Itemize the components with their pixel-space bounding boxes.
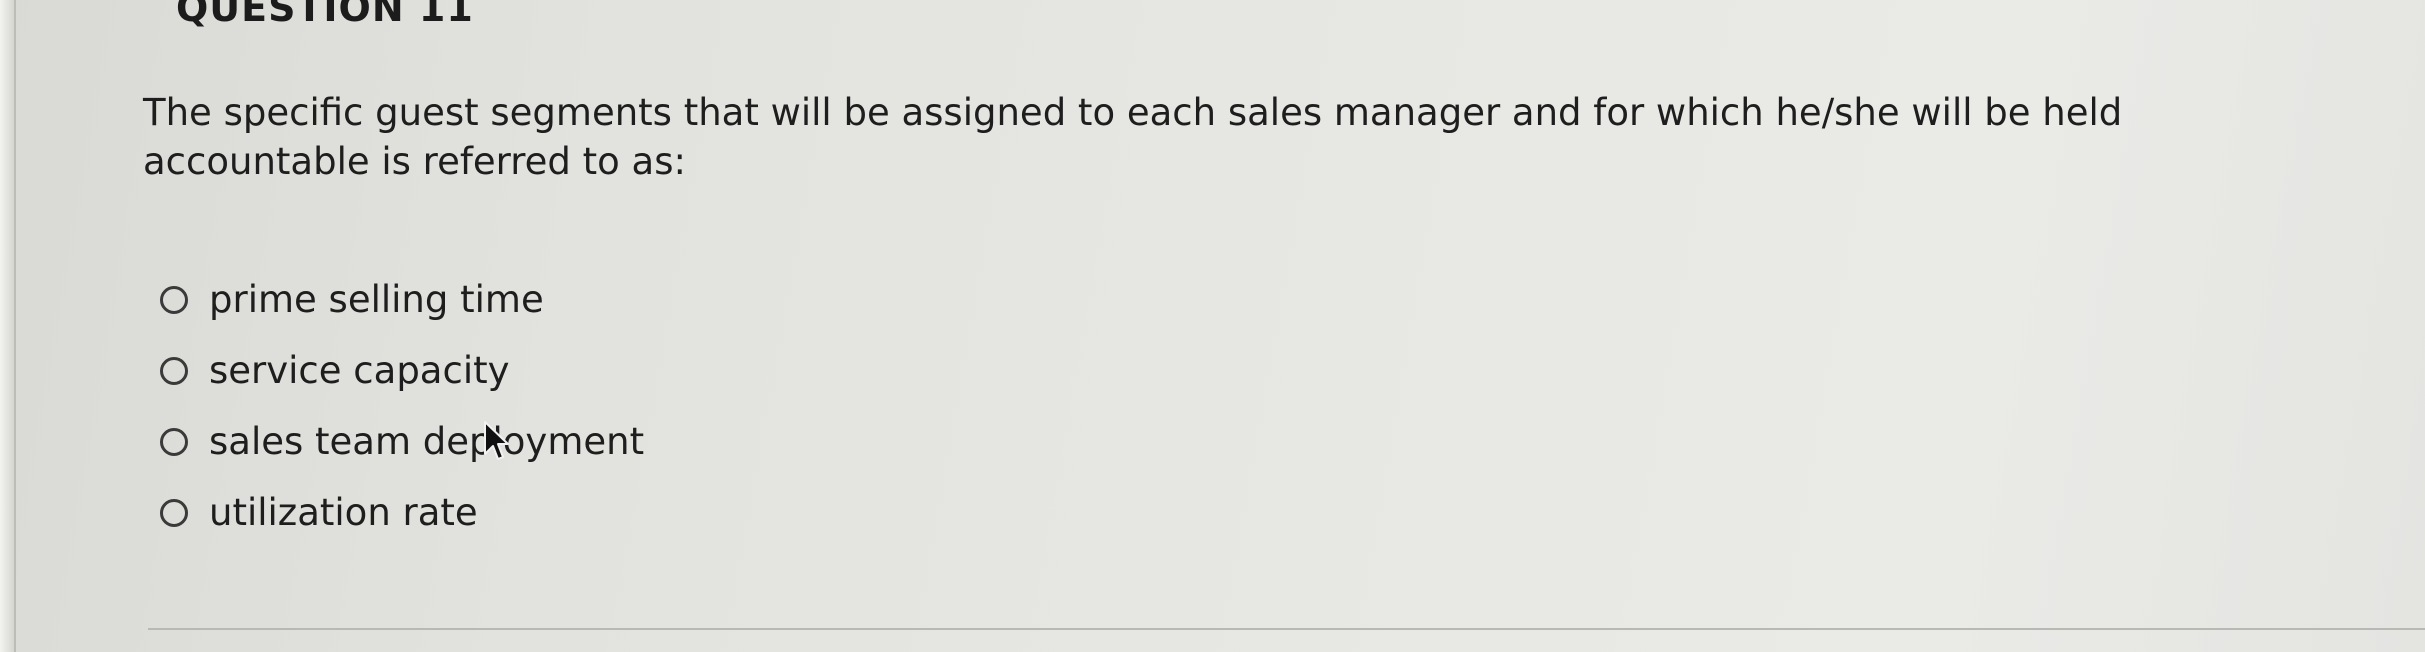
quiz-page: QUESTION 11 The specific guest segments … (0, 0, 2425, 652)
mouse-pointer-icon (484, 421, 509, 460)
option-label: service capacity (209, 349, 510, 392)
answer-options: prime selling time service capacity sale… (160, 264, 644, 548)
radio-button[interactable] (160, 285, 188, 314)
option-prime-selling-time[interactable]: prime selling time (160, 264, 644, 335)
left-border (0, 0, 16, 652)
bottom-divider (148, 628, 2425, 630)
question-title: QUESTION 11 (176, 0, 474, 30)
radio-button[interactable] (160, 498, 188, 527)
option-utilization-rate[interactable]: utilization rate (160, 477, 644, 548)
radio-button[interactable] (160, 356, 188, 385)
option-label: prime selling time (209, 278, 544, 321)
option-sales-team-deployment[interactable]: sales team deployment (160, 406, 644, 477)
option-service-capacity[interactable]: service capacity (160, 335, 644, 406)
option-label: sales team deployment (209, 420, 645, 463)
radio-button[interactable] (160, 427, 188, 456)
question-text: The specific guest segments that will be… (143, 91, 2123, 183)
option-label: utilization rate (209, 491, 478, 534)
